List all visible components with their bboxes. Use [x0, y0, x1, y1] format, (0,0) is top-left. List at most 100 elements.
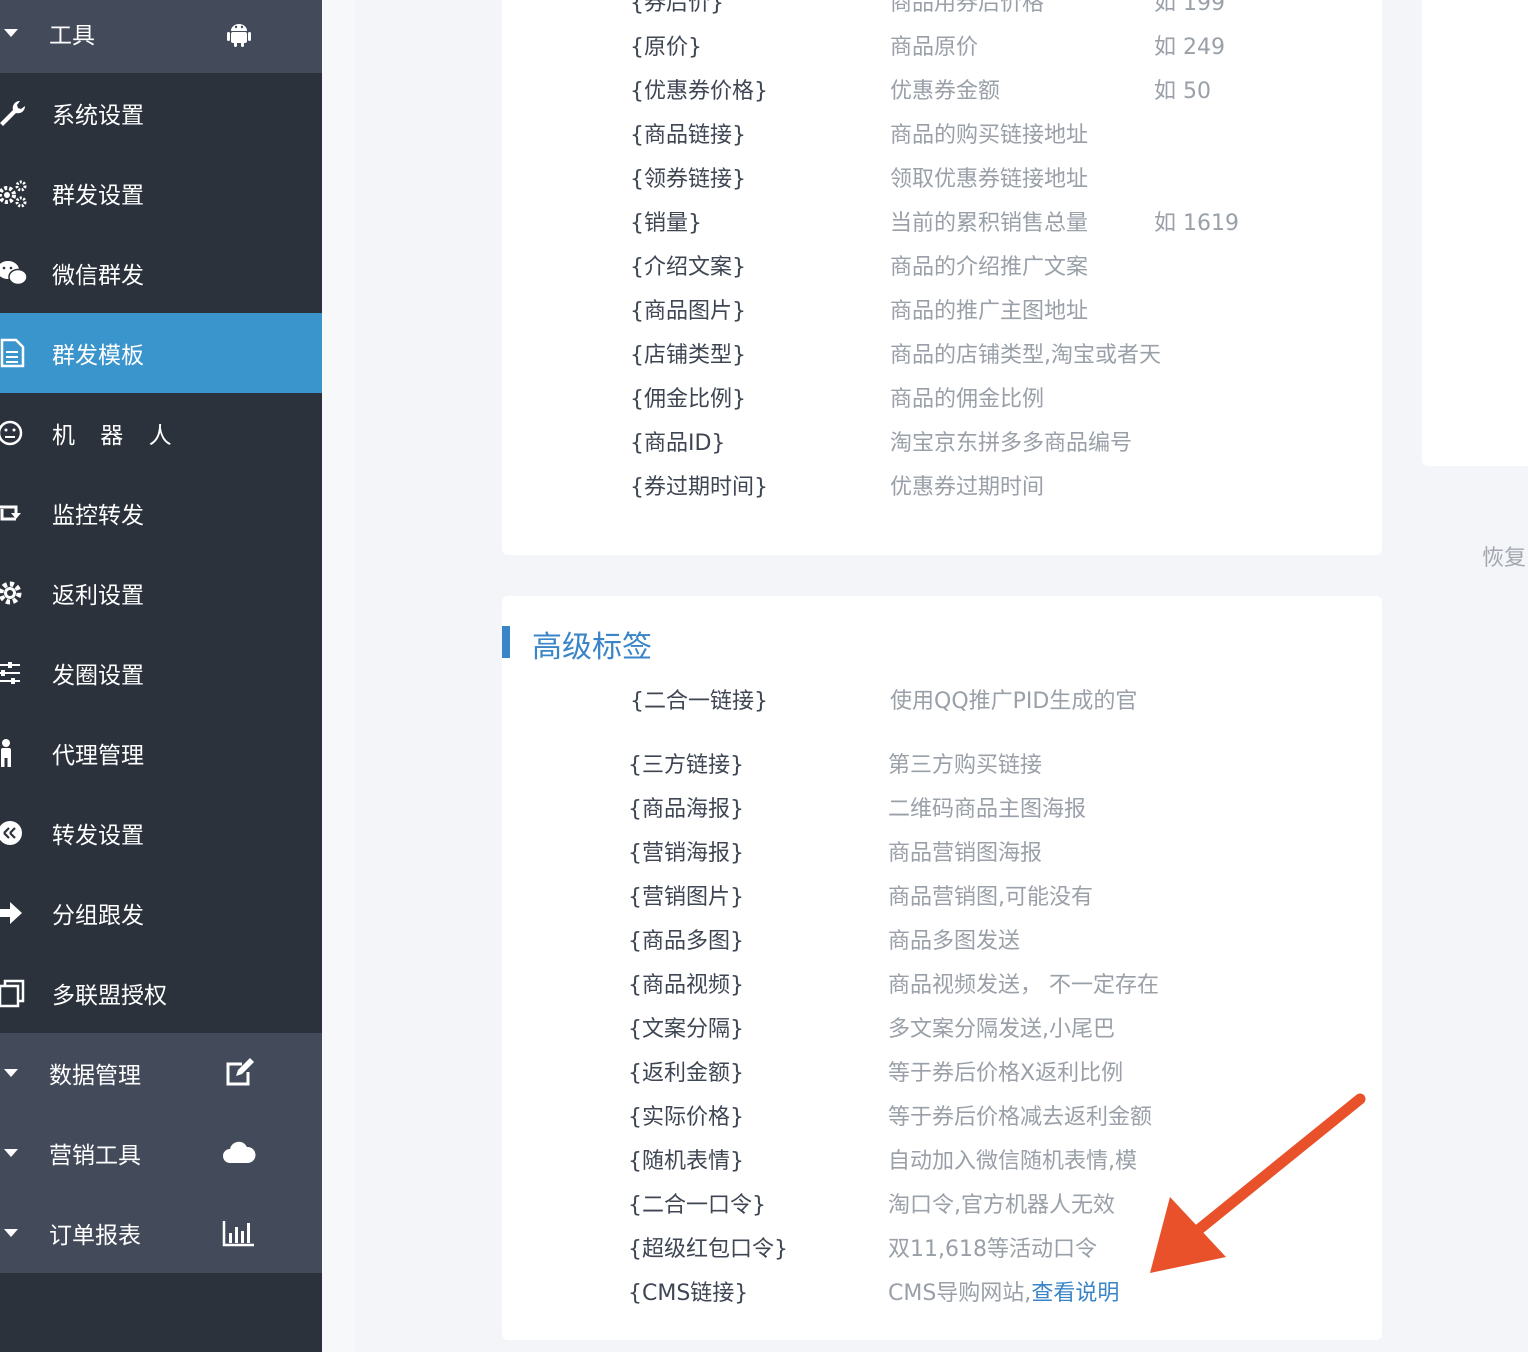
sidebar-item-label: 返利设置: [52, 583, 144, 609]
wechat-icon: [0, 261, 28, 286]
tag-name: {店铺类型}: [630, 343, 746, 368]
tag-description: 双11,618等活动口令: [888, 1237, 1097, 1262]
tag-name: {原价}: [630, 35, 702, 60]
sidebar-item-system-settings[interactable]: 系统设置: [0, 73, 322, 153]
tag-name: {领券链接}: [630, 167, 746, 192]
sidebar-item-label: 群发设置: [52, 183, 144, 209]
sidebar-item-multi-alliance-auth[interactable]: 多联盟授权: [0, 953, 322, 1033]
retweet-icon: [0, 505, 21, 521]
restore-link[interactable]: 恢复: [1482, 540, 1526, 572]
tag-name: {商品ID}: [630, 431, 726, 456]
edit-icon: [226, 1058, 254, 1086]
tag-description: 淘宝京东拼多多商品编号: [890, 431, 1133, 456]
tag-name: {券后价}: [630, 0, 724, 16]
right-side-panel: [1422, 0, 1528, 466]
tag-name: {营销图片}: [628, 885, 744, 910]
tag-name: {二合一口令}: [628, 1193, 766, 1218]
tag-example: 如 1619: [1154, 211, 1239, 236]
tag-name: {销量}: [630, 211, 702, 236]
content-gutter: [322, 0, 354, 1352]
sliders-icon: [0, 662, 20, 684]
sidebar-item-broadcast-settings[interactable]: 群发设置: [0, 153, 322, 233]
wrench-icon: [0, 100, 26, 126]
tag-description: 商品视频发送， 不一定存在: [888, 973, 1159, 998]
tag-description: 商品的佣金比例: [890, 387, 1045, 412]
tag-description: 自动加入微信随机表情,模: [888, 1149, 1137, 1174]
sidebar-item-agent-management[interactable]: 代理管理: [0, 713, 322, 793]
robot-face-icon: [0, 420, 23, 446]
tag-description: 商品营销图,可能没有: [888, 885, 1093, 910]
sidebar-group-data-management[interactable]: 数据管理: [0, 1033, 322, 1113]
sidebar-group-marketing-tools[interactable]: 营销工具: [0, 1113, 322, 1193]
tag-name: {商品海报}: [628, 797, 744, 822]
tag-description: 商品用券后价格: [890, 0, 1045, 16]
sidebar-group-order-reports[interactable]: 订单报表: [0, 1193, 322, 1273]
sidebar-item-label: 群发模板: [52, 343, 144, 369]
tag-name: {券过期时间}: [630, 475, 768, 500]
view-instructions-link[interactable]: 查看说明: [1031, 1281, 1119, 1306]
tag-description: 商品营销图海报: [888, 841, 1043, 866]
sidebar-item-wechat-broadcast[interactable]: 微信群发: [0, 233, 322, 313]
cloud-icon: [223, 1141, 256, 1163]
tag-name: {优惠券价格}: [630, 79, 768, 104]
sidebar-group-label: 订单报表: [49, 1223, 141, 1249]
tag-name: {二合一链接}: [630, 689, 768, 714]
tag-description: 当前的累积销售总量: [890, 211, 1089, 236]
tag-name: {三方链接}: [628, 753, 744, 778]
tag-description: 多文案分隔发送,小尾巴: [888, 1017, 1115, 1042]
cms-description-text: CMS导购网站,: [888, 1281, 1032, 1306]
sidebar-item-label: 微信群发: [52, 263, 144, 289]
sidebar-item-moments-settings[interactable]: 发圈设置: [0, 633, 322, 713]
tag-description: 商品的店铺类型,淘宝或者天: [890, 343, 1161, 368]
tag-description: 领取优惠券链接地址: [890, 167, 1089, 192]
tag-name: {CMS链接}: [628, 1281, 749, 1306]
tag-description: 商品的介绍推广文案: [890, 255, 1089, 280]
tag-name: {文案分隔}: [628, 1017, 744, 1042]
sidebar-item-forward-settings[interactable]: 转发设置: [0, 793, 322, 873]
tag-name: {返利金额}: [628, 1061, 744, 1086]
tag-description: 二维码商品主图海报: [888, 797, 1087, 822]
sidebar-item-broadcast-template[interactable]: 群发模板: [0, 313, 322, 393]
tag-description: 优惠券金额: [890, 79, 1001, 104]
tag-description: 淘口令,官方机器人无效: [888, 1193, 1115, 1218]
sidebar-item-label: 系统设置: [52, 103, 144, 129]
arrow-right-icon: [0, 902, 22, 924]
tag-name: {介绍文案}: [630, 255, 746, 280]
caret-down-icon: [4, 1149, 18, 1157]
sidebar-item-group-follow[interactable]: 分组跟发: [0, 873, 322, 953]
tag-description: 商品原价: [890, 35, 979, 60]
tag-description: 使用QQ推广PID生成的官: [890, 689, 1138, 714]
sidebar-group-label: 数据管理: [49, 1063, 141, 1089]
user-icon: [1, 739, 11, 767]
tag-name: {佣金比例}: [630, 387, 746, 412]
sidebar-item-label: 分组跟发: [52, 903, 144, 929]
caret-down-icon: [4, 1229, 18, 1237]
sidebar-group-tools[interactable]: 工具: [0, 0, 322, 73]
sidebar-item-rebate-settings[interactable]: 返利设置: [0, 553, 322, 633]
copy-icon: [0, 979, 25, 1008]
tag-description: CMS导购网站,查看说明: [888, 1275, 1119, 1307]
caret-down-icon: [4, 1069, 18, 1077]
gear-icon: [0, 581, 22, 605]
tag-description: 优惠券过期时间: [890, 475, 1045, 500]
tag-description: 商品的购买链接地址: [890, 123, 1089, 148]
section-title: 高级标签: [532, 630, 652, 665]
sidebar-item-robot[interactable]: 机 器 人: [0, 393, 322, 473]
sidebar-item-label: 多联盟授权: [52, 983, 167, 1009]
tag-description: 第三方购买链接: [888, 753, 1043, 778]
sidebar-item-label: 发圈设置: [52, 663, 144, 689]
bar-chart-icon: [222, 1221, 254, 1247]
tag-name: {商品图片}: [630, 299, 746, 324]
tag-description: 商品多图发送: [888, 929, 1021, 954]
tag-example: 如 50: [1154, 79, 1211, 104]
android-icon: [227, 24, 251, 47]
tag-description: 商品的推广主图地址: [890, 299, 1089, 324]
gears-icon: [0, 180, 27, 208]
sidebar-item-label: 机 器 人: [52, 423, 181, 449]
tag-name: {商品链接}: [630, 123, 746, 148]
sidebar-item-monitor-forward[interactable]: 监控转发: [0, 473, 322, 553]
tag-name: {随机表情}: [628, 1149, 744, 1174]
tag-example: 如 249: [1154, 35, 1225, 60]
sidebar-group-label: 营销工具: [49, 1143, 141, 1169]
sidebar-item-label: 监控转发: [52, 503, 144, 529]
